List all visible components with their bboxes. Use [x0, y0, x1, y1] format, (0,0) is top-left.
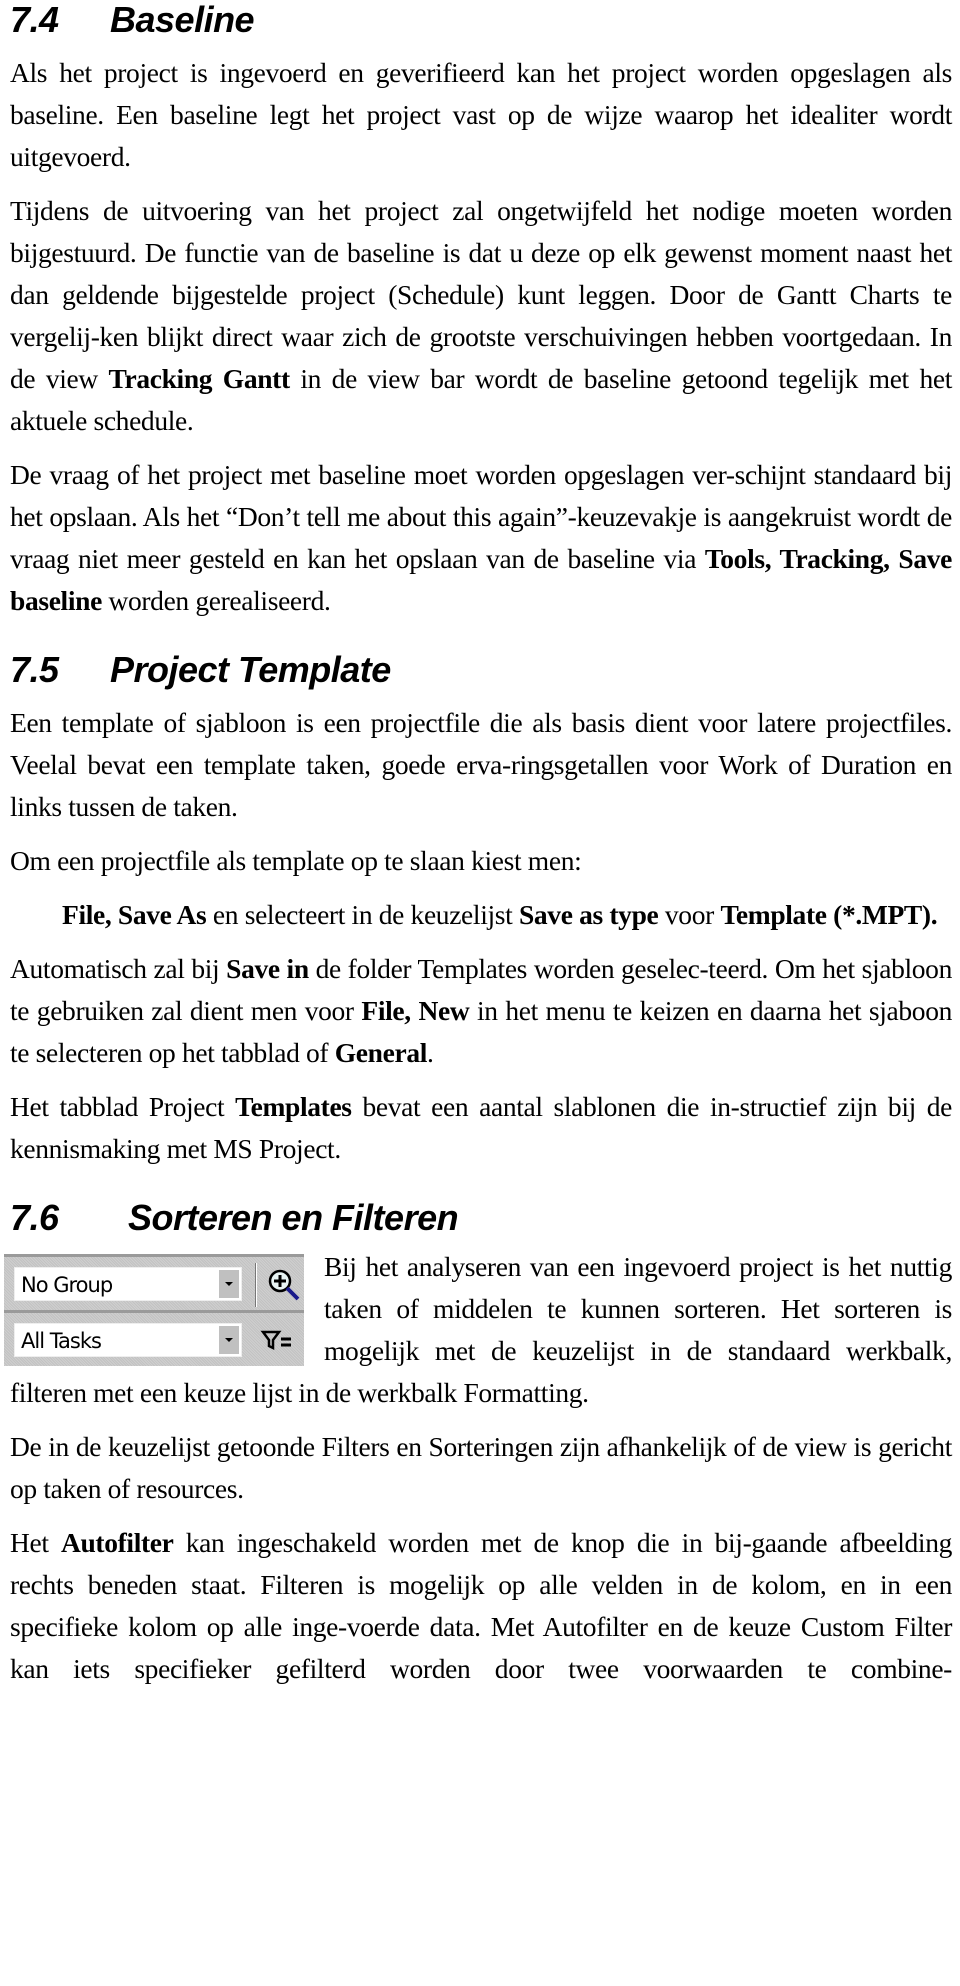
group-by-combo[interactable]: No Group — [14, 1267, 242, 1301]
paragraph: Automatisch zal bij Save in de folder Te… — [10, 953, 952, 1068]
toolbar-separator — [255, 1263, 257, 1307]
indented-instruction: File, Save As en selecteert in de keuzel… — [62, 899, 938, 930]
paragraph: De vraag of het project met baseline moe… — [10, 459, 952, 616]
paragraph: De in de keuzelijst getoonde Filters en … — [10, 1431, 952, 1504]
filter-combo[interactable]: All Tasks — [14, 1323, 242, 1357]
paragraph: Als het project is ingevoerd en geverifi… — [10, 57, 952, 172]
section-number: 7.4 — [10, 0, 59, 40]
section-heading-7-4: 7.4 Baseline — [10, 0, 952, 42]
paragraph: Het tabblad Project Templates bevat een … — [10, 1091, 953, 1164]
section-heading-7-6: 7.6 Sorteren en Filteren — [10, 1196, 952, 1240]
section-heading-7-5: 7.5 Project Template — [10, 648, 952, 692]
paragraph: Het Autofilter kan ingeschakeld worden m… — [10, 1527, 952, 1684]
paragraph: Tijdens de uitvoering van het project za… — [10, 195, 952, 436]
section-title: Project Template — [110, 649, 391, 690]
autofilter-icon[interactable] — [260, 1323, 294, 1357]
section-number: 7.6 — [10, 1197, 59, 1238]
paragraph: Een template of sjabloon is een projectf… — [10, 707, 952, 822]
section-number: 7.5 — [10, 649, 59, 690]
group-by-value: No Group — [21, 1273, 113, 1297]
chevron-down-icon[interactable] — [219, 1270, 239, 1298]
section-title: Baseline — [110, 0, 255, 40]
chevron-down-icon[interactable] — [219, 1326, 239, 1354]
filter-value: All Tasks — [21, 1329, 102, 1353]
group-toolbar-row: No Group — [4, 1254, 304, 1311]
document-page: 7.4 Baseline Als het project is ingevoerd… — [4, 0, 953, 1690]
ui-term-tracking-gantt: Tracking Gantt — [108, 363, 291, 394]
filter-toolbar-row: All Tasks — [4, 1310, 304, 1367]
zoom-in-icon[interactable] — [266, 1267, 300, 1301]
toolbar-screenshot: No Group All Tasks — [4, 1254, 304, 1366]
section-title: Sorteren en Filteren — [128, 1197, 459, 1238]
paragraph: Om een projectfile als template op te sl… — [10, 845, 582, 876]
